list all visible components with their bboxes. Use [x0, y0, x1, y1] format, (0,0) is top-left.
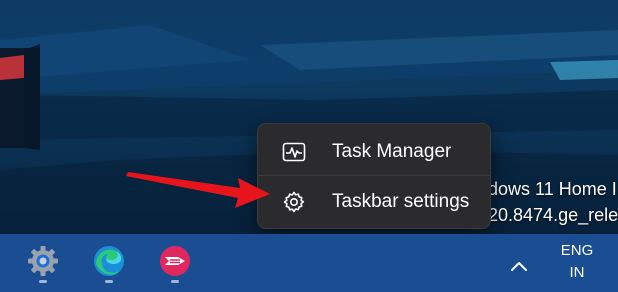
windows-watermark: dows 11 Home I 20.8474.ge_relea: [488, 176, 618, 228]
running-indicator: [105, 280, 113, 283]
settings-gear-icon: [26, 244, 60, 283]
menu-separator: [258, 175, 490, 176]
running-indicator: [39, 280, 47, 283]
menu-item-label: Taskbar settings: [332, 191, 470, 212]
language-region: IN: [569, 264, 585, 281]
taskbar-app-settings[interactable]: [23, 243, 63, 283]
taskbar-context-menu: Task Manager Taskbar settings: [257, 123, 491, 229]
menu-item-taskbar-settings[interactable]: Taskbar settings: [264, 180, 484, 224]
skitch-icon: [158, 244, 192, 283]
taskbar-app-edge[interactable]: [89, 243, 129, 283]
chevron-up-icon[interactable]: [505, 252, 533, 280]
running-indicator: [171, 280, 179, 283]
language-code: ENG: [560, 242, 594, 259]
watermark-line-2: 20.8474.ge_relea: [488, 205, 618, 225]
gear-icon: [279, 190, 309, 214]
edge-icon: [92, 244, 126, 283]
task-manager-icon: [279, 140, 309, 164]
menu-item-label: Task Manager: [332, 141, 452, 162]
menu-item-task-manager[interactable]: Task Manager: [264, 130, 484, 174]
language-indicator[interactable]: ENG IN: [548, 240, 606, 288]
watermark-line-1: dows 11 Home I: [488, 179, 617, 199]
taskbar-app-skitch[interactable]: [155, 243, 195, 283]
